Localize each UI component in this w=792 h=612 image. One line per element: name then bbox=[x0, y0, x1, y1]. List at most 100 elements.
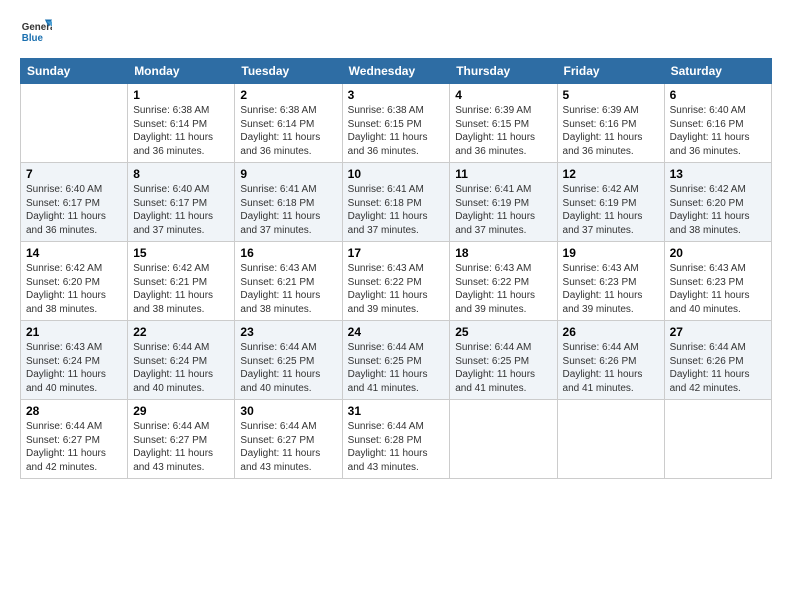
day-detail: Sunrise: 6:44 AMSunset: 6:27 PMDaylight:… bbox=[240, 420, 336, 474]
day-cell: 25Sunrise: 6:44 AMSunset: 6:25 PMDayligh… bbox=[450, 321, 557, 400]
day-cell bbox=[450, 400, 557, 479]
header-cell-tuesday: Tuesday bbox=[235, 59, 342, 84]
calendar-table: SundayMondayTuesdayWednesdayThursdayFrid… bbox=[20, 58, 772, 479]
day-detail: Sunrise: 6:42 AMSunset: 6:21 PMDaylight:… bbox=[133, 262, 229, 316]
day-number: 20 bbox=[670, 246, 766, 260]
header-cell-monday: Monday bbox=[128, 59, 235, 84]
day-number: 3 bbox=[348, 88, 445, 102]
day-detail: Sunrise: 6:38 AMSunset: 6:14 PMDaylight:… bbox=[240, 104, 336, 158]
day-number: 26 bbox=[563, 325, 659, 339]
header-row: SundayMondayTuesdayWednesdayThursdayFrid… bbox=[21, 59, 772, 84]
day-cell: 24 Sunrise: 6:44 AMSunset: 6:25 PMDayligh… bbox=[342, 321, 450, 400]
day-detail: Sunrise: 6:43 AMSunset: 6:23 PMDaylight:… bbox=[563, 262, 659, 316]
day-number: 29 bbox=[133, 404, 229, 418]
day-cell: 15 Sunrise: 6:42 AMSunset: 6:21 PMDayligh… bbox=[128, 242, 235, 321]
day-number: 7 bbox=[26, 167, 122, 181]
day-detail: Sunrise: 6:39 AMSunset: 6:15 PMDaylight:… bbox=[455, 104, 551, 158]
day-detail: Sunrise: 6:43 AMSunset: 6:22 PMDaylight:… bbox=[348, 262, 445, 316]
svg-text:Blue: Blue bbox=[22, 33, 44, 44]
day-detail: Sunrise: 6:44 AMSunset: 6:28 PMDaylight:… bbox=[348, 420, 445, 474]
logo: General Blue bbox=[20, 16, 56, 48]
week-row-4: 21 Sunrise: 6:43 AMSunset: 6:24 PMDayligh… bbox=[21, 321, 772, 400]
day-cell: 7 Sunrise: 6:40 AMSunset: 6:17 PMDaylight… bbox=[21, 163, 128, 242]
day-number: 12 bbox=[563, 167, 659, 181]
day-detail: Sunrise: 6:44 AMSunset: 6:24 PMDaylight:… bbox=[133, 341, 229, 395]
day-detail: Sunrise: 6:42 AMSunset: 6:20 PMDaylight:… bbox=[670, 183, 766, 237]
day-cell: 23 Sunrise: 6:44 AMSunset: 6:25 PMDayligh… bbox=[235, 321, 342, 400]
header-cell-thursday: Thursday bbox=[450, 59, 557, 84]
day-detail: Sunrise: 6:42 AMSunset: 6:19 PMDaylight:… bbox=[563, 183, 659, 237]
day-cell: 10 Sunrise: 6:41 AMSunset: 6:18 PMDayligh… bbox=[342, 163, 450, 242]
day-cell: 5 Sunrise: 6:39 AMSunset: 6:16 PMDaylight… bbox=[557, 84, 664, 163]
day-number: 25 bbox=[455, 325, 551, 339]
day-cell: 19Sunrise: 6:43 AMSunset: 6:23 PMDayligh… bbox=[557, 242, 664, 321]
day-number: 24 bbox=[348, 325, 445, 339]
day-detail: Sunrise: 6:44 AMSunset: 6:27 PMDaylight:… bbox=[133, 420, 229, 474]
week-row-1: 1Sunrise: 6:38 AMSunset: 6:14 PMDaylight… bbox=[21, 84, 772, 163]
header-cell-saturday: Saturday bbox=[664, 59, 771, 84]
day-detail: Sunrise: 6:41 AMSunset: 6:19 PMDaylight:… bbox=[455, 183, 551, 237]
day-cell: 29 Sunrise: 6:44 AMSunset: 6:27 PMDayligh… bbox=[128, 400, 235, 479]
day-cell bbox=[664, 400, 771, 479]
day-detail: Sunrise: 6:44 AMSunset: 6:26 PMDaylight:… bbox=[563, 341, 659, 395]
day-number: 15 bbox=[133, 246, 229, 260]
day-cell: 14 Sunrise: 6:42 AMSunset: 6:20 PMDayligh… bbox=[21, 242, 128, 321]
day-detail: Sunrise: 6:43 AMSunset: 6:23 PMDaylight:… bbox=[670, 262, 766, 316]
day-cell: 22 Sunrise: 6:44 AMSunset: 6:24 PMDayligh… bbox=[128, 321, 235, 400]
day-cell: 26 Sunrise: 6:44 AMSunset: 6:26 PMDayligh… bbox=[557, 321, 664, 400]
day-cell: 1Sunrise: 6:38 AMSunset: 6:14 PMDaylight… bbox=[128, 84, 235, 163]
day-number: 9 bbox=[240, 167, 336, 181]
day-cell: 17 Sunrise: 6:43 AMSunset: 6:22 PMDayligh… bbox=[342, 242, 450, 321]
day-detail: Sunrise: 6:40 AMSunset: 6:17 PMDaylight:… bbox=[26, 183, 122, 237]
day-number: 10 bbox=[348, 167, 445, 181]
day-number: 2 bbox=[240, 88, 336, 102]
day-number: 22 bbox=[133, 325, 229, 339]
header-cell-sunday: Sunday bbox=[21, 59, 128, 84]
day-cell: 13Sunrise: 6:42 AMSunset: 6:20 PMDayligh… bbox=[664, 163, 771, 242]
day-number: 8 bbox=[133, 167, 229, 181]
page: General Blue SundayMondayTuesdayWednesda… bbox=[0, 0, 792, 489]
day-cell: 11Sunrise: 6:41 AMSunset: 6:19 PMDayligh… bbox=[450, 163, 557, 242]
day-cell bbox=[557, 400, 664, 479]
day-cell: 21 Sunrise: 6:43 AMSunset: 6:24 PMDayligh… bbox=[21, 321, 128, 400]
week-row-5: 28Sunrise: 6:44 AMSunset: 6:27 PMDayligh… bbox=[21, 400, 772, 479]
day-cell: 6Sunrise: 6:40 AMSunset: 6:16 PMDaylight… bbox=[664, 84, 771, 163]
header-cell-wednesday: Wednesday bbox=[342, 59, 450, 84]
day-detail: Sunrise: 6:43 AMSunset: 6:24 PMDaylight:… bbox=[26, 341, 122, 395]
day-detail: Sunrise: 6:39 AMSunset: 6:16 PMDaylight:… bbox=[563, 104, 659, 158]
logo-icon: General Blue bbox=[20, 16, 52, 48]
calendar-header: SundayMondayTuesdayWednesdayThursdayFrid… bbox=[21, 59, 772, 84]
day-detail: Sunrise: 6:42 AMSunset: 6:20 PMDaylight:… bbox=[26, 262, 122, 316]
week-row-2: 7 Sunrise: 6:40 AMSunset: 6:17 PMDaylight… bbox=[21, 163, 772, 242]
header: General Blue bbox=[20, 16, 772, 48]
header-cell-friday: Friday bbox=[557, 59, 664, 84]
day-number: 16 bbox=[240, 246, 336, 260]
day-detail: Sunrise: 6:40 AMSunset: 6:17 PMDaylight:… bbox=[133, 183, 229, 237]
day-cell: 12 Sunrise: 6:42 AMSunset: 6:19 PMDayligh… bbox=[557, 163, 664, 242]
day-number: 30 bbox=[240, 404, 336, 418]
day-number: 14 bbox=[26, 246, 122, 260]
day-number: 17 bbox=[348, 246, 445, 260]
day-cell: 31Sunrise: 6:44 AMSunset: 6:28 PMDayligh… bbox=[342, 400, 450, 479]
day-cell bbox=[21, 84, 128, 163]
day-number: 27 bbox=[670, 325, 766, 339]
day-cell: 20 Sunrise: 6:43 AMSunset: 6:23 PMDayligh… bbox=[664, 242, 771, 321]
day-number: 4 bbox=[455, 88, 551, 102]
day-detail: Sunrise: 6:44 AMSunset: 6:25 PMDaylight:… bbox=[348, 341, 445, 395]
day-detail: Sunrise: 6:38 AMSunset: 6:14 PMDaylight:… bbox=[133, 104, 229, 158]
day-cell: 28Sunrise: 6:44 AMSunset: 6:27 PMDayligh… bbox=[21, 400, 128, 479]
day-number: 21 bbox=[26, 325, 122, 339]
day-cell: 30 Sunrise: 6:44 AMSunset: 6:27 PMDayligh… bbox=[235, 400, 342, 479]
day-detail: Sunrise: 6:44 AMSunset: 6:25 PMDaylight:… bbox=[240, 341, 336, 395]
day-number: 18 bbox=[455, 246, 551, 260]
day-cell: 3Sunrise: 6:38 AMSunset: 6:15 PMDaylight… bbox=[342, 84, 450, 163]
day-number: 5 bbox=[563, 88, 659, 102]
calendar-body: 1Sunrise: 6:38 AMSunset: 6:14 PMDaylight… bbox=[21, 84, 772, 479]
day-detail: Sunrise: 6:44 AMSunset: 6:26 PMDaylight:… bbox=[670, 341, 766, 395]
day-number: 23 bbox=[240, 325, 336, 339]
day-detail: Sunrise: 6:43 AMSunset: 6:21 PMDaylight:… bbox=[240, 262, 336, 316]
day-cell: 16 Sunrise: 6:43 AMSunset: 6:21 PMDayligh… bbox=[235, 242, 342, 321]
day-detail: Sunrise: 6:41 AMSunset: 6:18 PMDaylight:… bbox=[348, 183, 445, 237]
day-detail: Sunrise: 6:43 AMSunset: 6:22 PMDaylight:… bbox=[455, 262, 551, 316]
week-row-3: 14 Sunrise: 6:42 AMSunset: 6:20 PMDayligh… bbox=[21, 242, 772, 321]
